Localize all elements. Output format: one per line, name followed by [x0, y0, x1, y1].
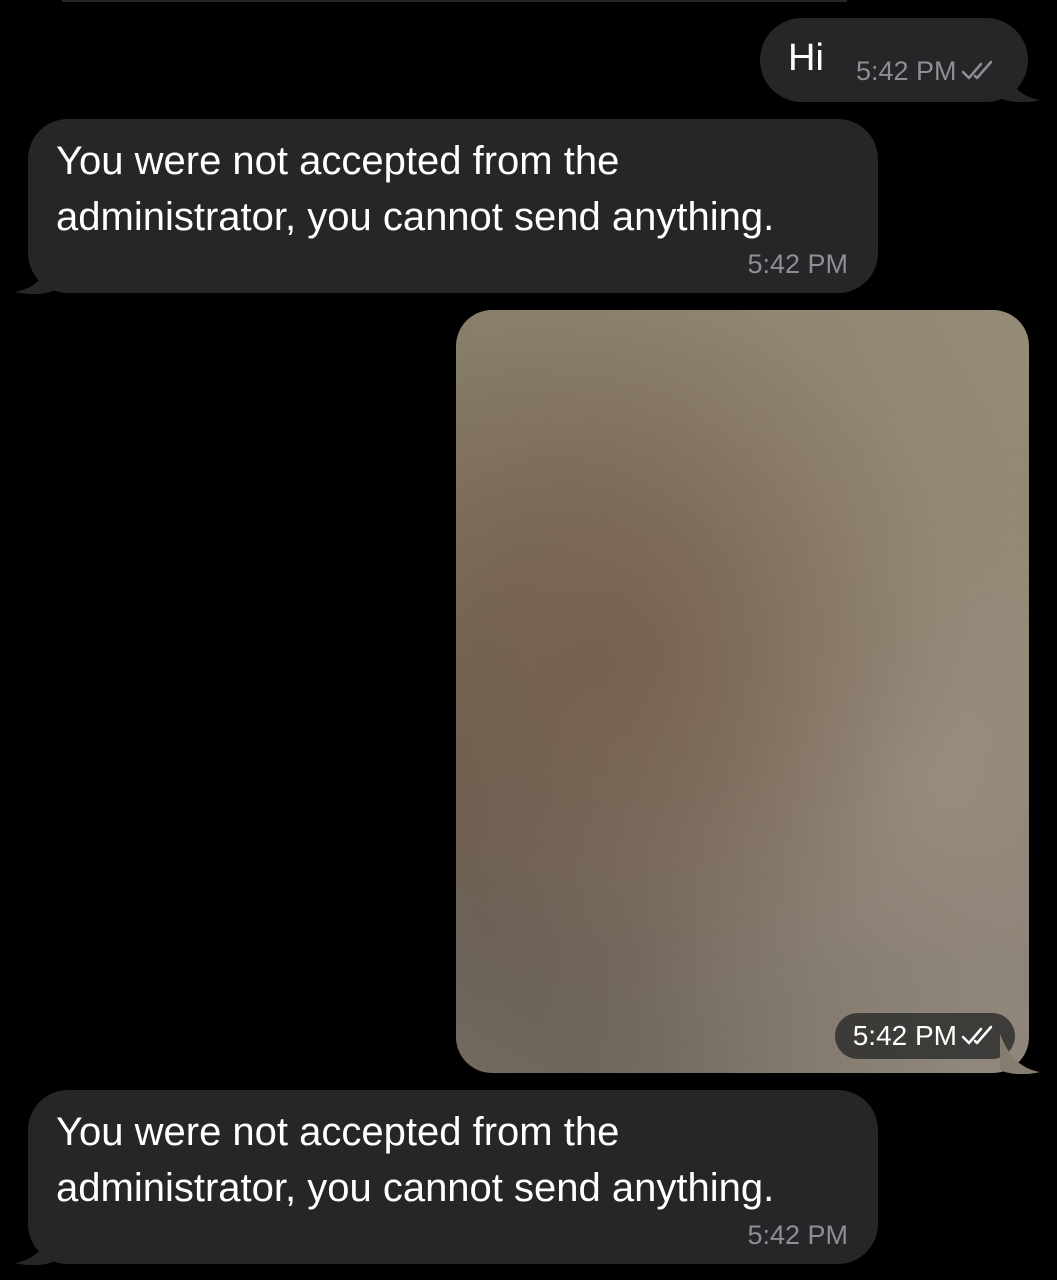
message-meta: 5:42 PM	[856, 56, 997, 86]
message-time: 5:42 PM	[747, 1220, 848, 1250]
outgoing-message-bubble[interactable]: Hi 5:42 PM	[760, 18, 1028, 102]
photo-image[interactable]	[456, 310, 1029, 1073]
outgoing-photo-message[interactable]: 5:42 PM	[456, 310, 1029, 1073]
message-time: 5:42 PM	[747, 249, 848, 279]
message-time: 5:42 PM	[852, 1020, 957, 1051]
incoming-message-bubble[interactable]: You were not accepted from the administr…	[28, 1090, 878, 1264]
message-text: You were not accepted from the administr…	[56, 1110, 775, 1210]
message-text: Hi	[788, 37, 824, 79]
double-check-icon	[961, 60, 992, 80]
bubble-tail	[1000, 62, 1040, 102]
double-check-icon	[961, 1025, 993, 1045]
top-divider	[62, 0, 847, 2]
bubble-tail	[15, 254, 55, 294]
bubble-tail	[1000, 1034, 1040, 1074]
incoming-message-bubble[interactable]: You were not accepted from the administr…	[28, 119, 878, 293]
message-time: 5:42 PM	[856, 56, 957, 86]
message-text: You were not accepted from the administr…	[56, 139, 775, 239]
bubble-tail	[15, 1225, 55, 1265]
photo-time-badge: 5:42 PM	[834, 1013, 1015, 1059]
